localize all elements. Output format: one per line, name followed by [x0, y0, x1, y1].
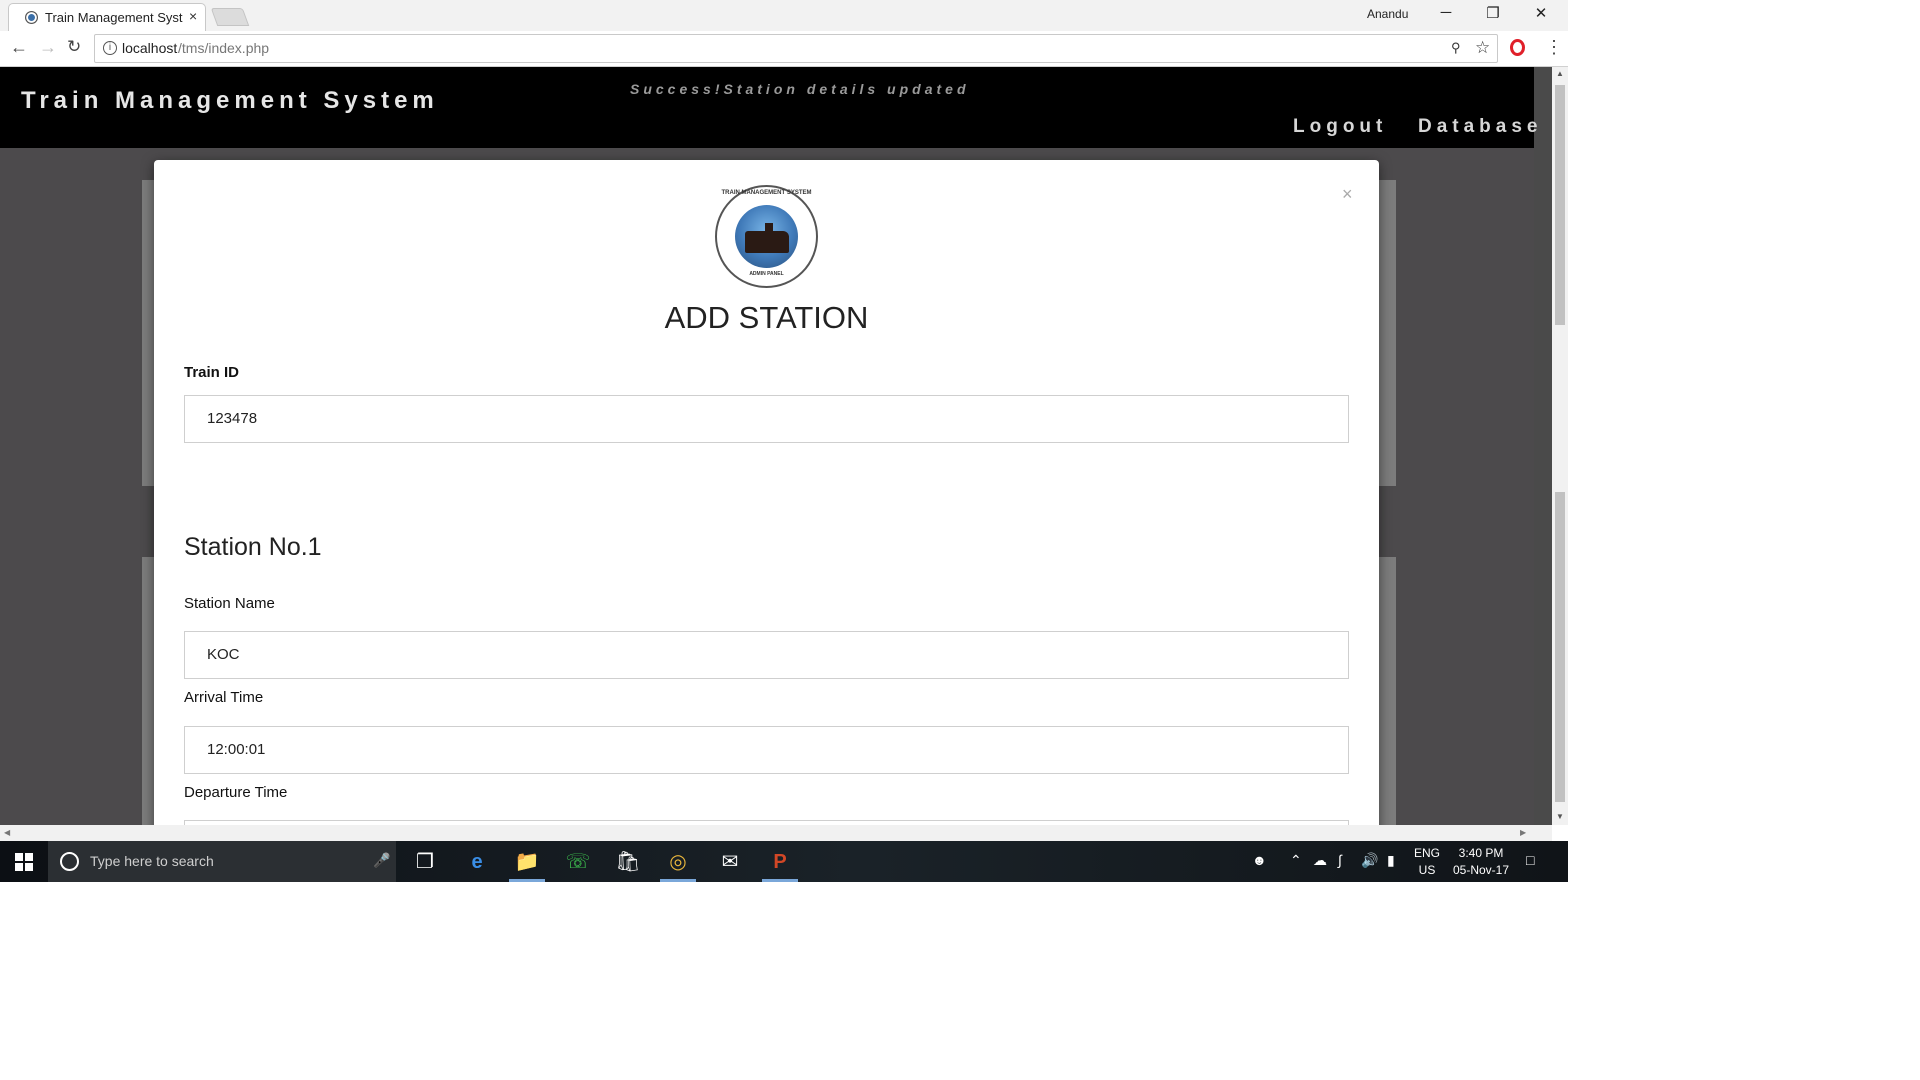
- language-indicator[interactable]: ENG US: [1413, 845, 1441, 879]
- profile-name[interactable]: Anandu: [1367, 7, 1408, 21]
- vertical-scrollbar[interactable]: ▲ ▼: [1552, 67, 1568, 825]
- page-viewport: Train Management System Success!Station …: [0, 67, 1552, 825]
- tray-chevron-icon[interactable]: ⌃: [1290, 852, 1302, 869]
- database-link[interactable]: Database: [1418, 116, 1543, 138]
- logo-train-image: [735, 205, 798, 268]
- cortana-icon[interactable]: [60, 852, 79, 871]
- volume-icon[interactable]: 🔊: [1361, 852, 1378, 869]
- region-code: US: [1418, 863, 1436, 877]
- key-icon[interactable]: ⚲: [1451, 40, 1461, 56]
- minimize-icon[interactable]: ─: [1426, 4, 1466, 21]
- clock[interactable]: 3:40 PM 05-Nov-17: [1452, 845, 1510, 879]
- browser-toolbar: ← → ↻ i localhost /tms/index.php ⚲ ☆ ⋮: [0, 31, 1568, 67]
- arrival-time-field[interactable]: 12:00:01: [184, 726, 1349, 774]
- reload-icon[interactable]: ↻: [67, 37, 81, 57]
- train-id-label: Train ID: [184, 364, 240, 381]
- bookmark-star-icon[interactable]: ☆: [1475, 38, 1490, 58]
- logout-link[interactable]: Logout: [1293, 116, 1387, 138]
- taskbar-search-box[interactable]: Type here to search 🎤: [48, 841, 396, 882]
- edge-browser-icon[interactable]: e: [457, 847, 497, 880]
- url-path: /tms/index.php: [178, 40, 270, 56]
- site-title: Train Management System: [21, 87, 439, 114]
- modal-close-icon[interactable]: ×: [1342, 184, 1353, 205]
- windows-start-icon[interactable]: [15, 853, 33, 871]
- new-tab-button[interactable]: [210, 8, 250, 26]
- chrome-icon[interactable]: ◎: [658, 847, 698, 882]
- scroll-left-icon[interactable]: ◀: [4, 828, 10, 837]
- tab-title: Train Management Syste: [45, 10, 183, 25]
- logo-bottom-text: ADMIN PANEL: [749, 271, 784, 277]
- scroll-up-icon[interactable]: ▲: [1556, 69, 1564, 78]
- forward-arrow-icon[interactable]: →: [39, 37, 57, 58]
- arrival-time-label: Arrival Time: [184, 689, 264, 706]
- clock-date: 05-Nov-17: [1452, 863, 1510, 877]
- scroll-thumb[interactable]: [1555, 85, 1565, 325]
- horizontal-scrollbar[interactable]: ◀ ▶: [0, 825, 1552, 841]
- scroll-down-icon[interactable]: ▼: [1556, 812, 1564, 821]
- file-explorer-icon[interactable]: 📁: [507, 847, 547, 882]
- flash-message: Success!Station details updated: [630, 81, 970, 97]
- station-name-label: Station Name: [184, 595, 275, 612]
- scroll-track-segment[interactable]: [1555, 492, 1565, 802]
- browser-tab[interactable]: Train Management Syste ×: [8, 3, 206, 31]
- microphone-icon[interactable]: 🎤: [373, 852, 390, 869]
- tab-close-icon[interactable]: ×: [189, 8, 197, 24]
- restore-icon[interactable]: ❐: [1473, 4, 1513, 22]
- language-code: ENG: [1413, 846, 1440, 860]
- powerpoint-icon[interactable]: P: [760, 847, 800, 882]
- address-bar[interactable]: i localhost /tms/index.php ⚲ ☆: [94, 34, 1498, 63]
- departure-time-label: Departure Time: [184, 784, 288, 801]
- windows-taskbar: Type here to search 🎤 ❐ e 📁 ☏ 🛍 ◎ ✉ P ☻ …: [0, 841, 1568, 882]
- add-station-modal: × TRAIN MANAGEMENT SYSTEM ADMIN PANEL AD…: [154, 160, 1379, 825]
- scroll-right-icon[interactable]: ▶: [1520, 828, 1526, 837]
- logo-top-text: TRAIN MANAGEMENT SYSTEM: [721, 190, 812, 196]
- store-icon[interactable]: 🛍: [608, 847, 648, 880]
- window-close-icon[interactable]: ✕: [1521, 4, 1561, 22]
- browser-menu-icon[interactable]: ⋮: [1545, 37, 1563, 58]
- tms-logo: TRAIN MANAGEMENT SYSTEM ADMIN PANEL: [715, 185, 818, 288]
- notifications-icon[interactable]: □: [1526, 852, 1534, 868]
- browser-tab-bar: Train Management Syste × Anandu ─ ❐ ✕: [0, 0, 1568, 31]
- site-favicon-icon: [25, 11, 38, 24]
- url-host: localhost: [122, 40, 178, 56]
- onedrive-icon[interactable]: ☁: [1313, 852, 1327, 869]
- station-name-field[interactable]: KOC: [184, 631, 1349, 679]
- back-arrow-icon[interactable]: ←: [10, 37, 28, 58]
- wifi-icon[interactable]: ∫: [1338, 852, 1342, 868]
- site-header: Train Management System Success!Station …: [0, 67, 1538, 148]
- task-view-icon[interactable]: ❐: [405, 847, 445, 880]
- modal-title: ADD STATION: [664, 300, 869, 335]
- whatsapp-icon[interactable]: ☏: [558, 847, 598, 880]
- people-icon[interactable]: ☻: [1252, 852, 1267, 868]
- battery-icon[interactable]: ▮: [1387, 852, 1395, 869]
- station-section-title: Station No.1: [184, 533, 322, 561]
- opera-extension-icon[interactable]: [1510, 39, 1525, 56]
- clock-time: 3:40 PM: [1458, 846, 1504, 860]
- mail-icon[interactable]: ✉: [710, 847, 750, 880]
- info-icon[interactable]: i: [103, 41, 117, 55]
- train-id-field[interactable]: 123478: [184, 395, 1349, 443]
- taskbar-search-placeholder: Type here to search: [90, 853, 214, 869]
